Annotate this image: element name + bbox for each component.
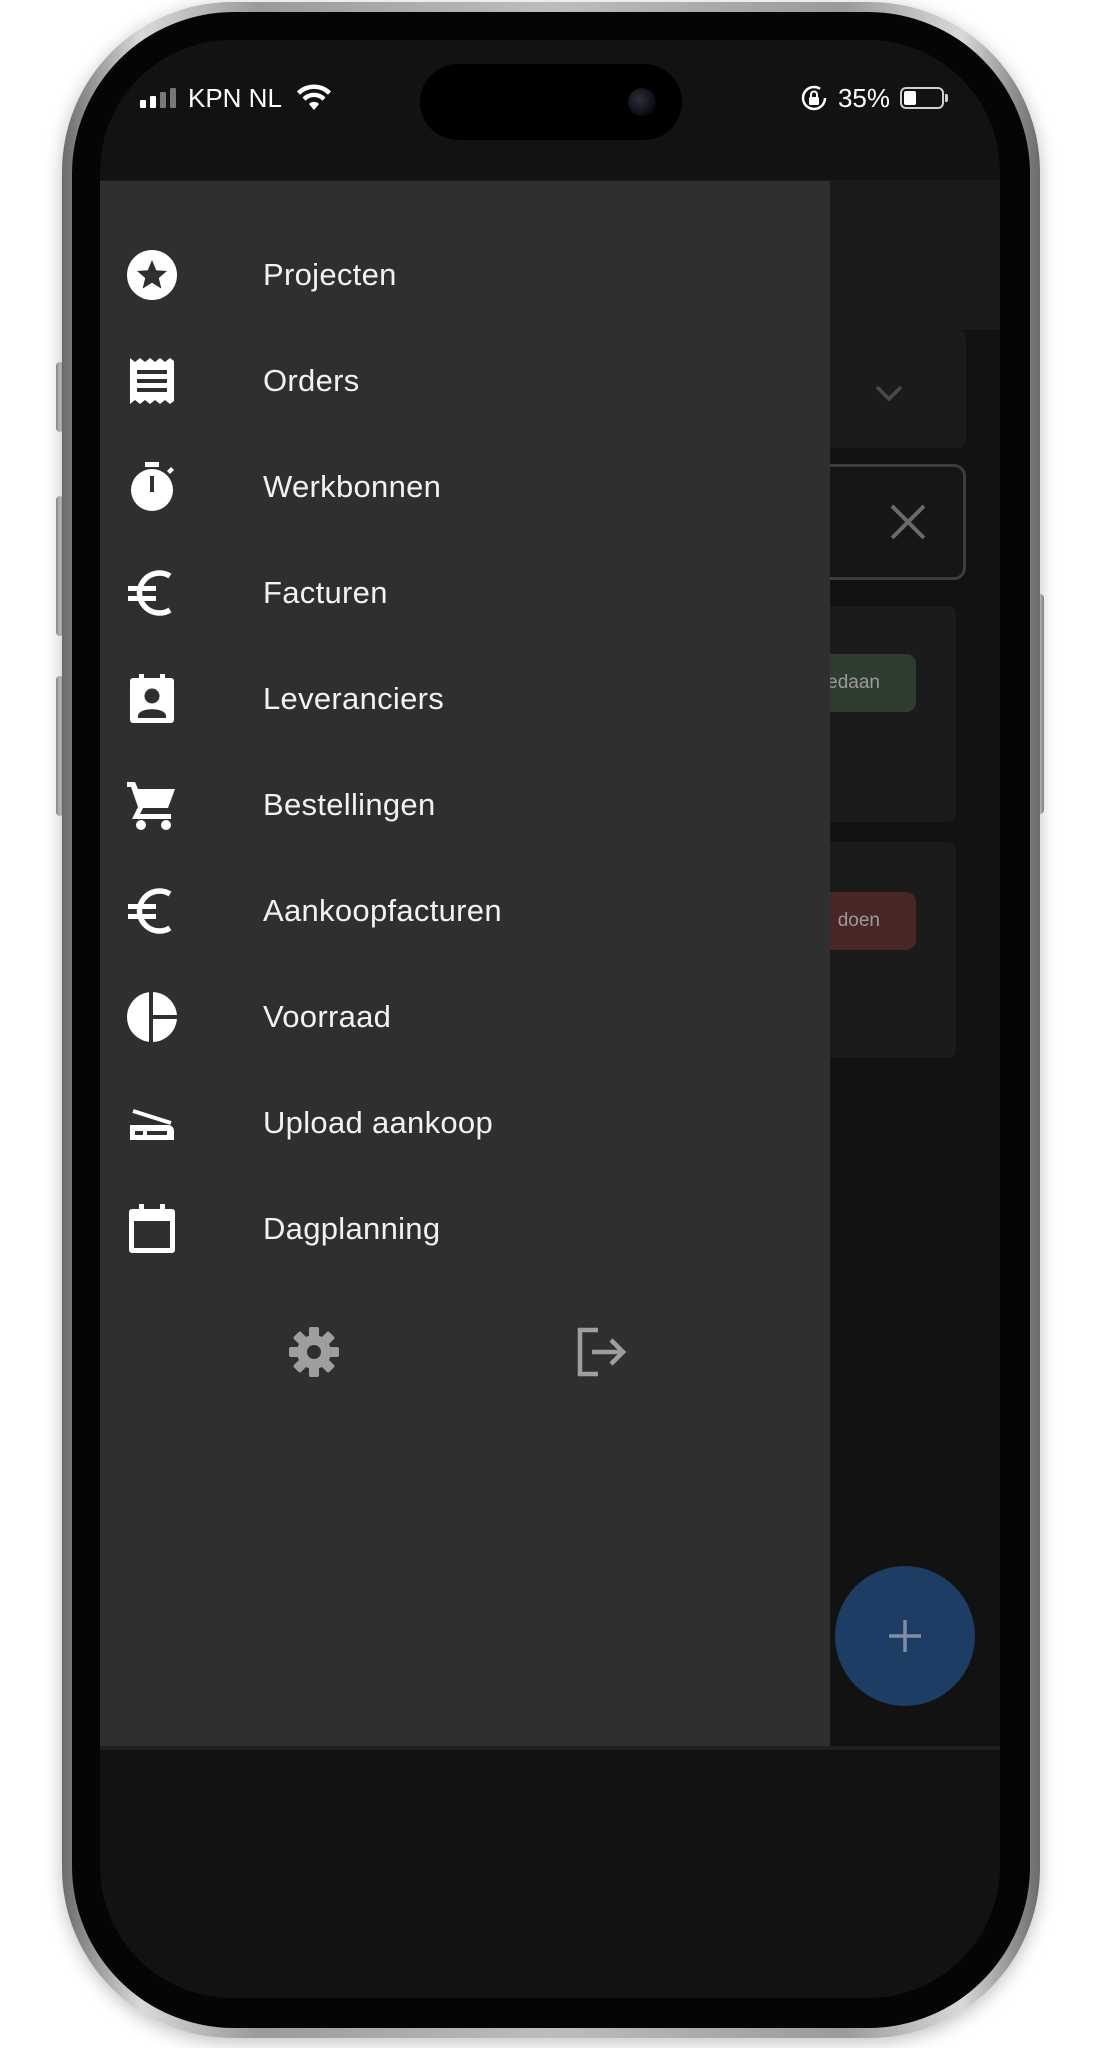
menu-item-werkbonnen[interactable]: Werkbonnen (100, 427, 830, 547)
menu-item-label: Werkbonnen (263, 469, 442, 504)
wifi-icon (296, 84, 331, 110)
calendar-icon (126, 1203, 178, 1255)
menu-item-projecten[interactable]: Projecten (100, 215, 830, 335)
receipt-icon (126, 355, 178, 407)
status-bar-left: KPN NL (140, 80, 332, 116)
menu-item-aankoopfacturen[interactable]: Aankoopfacturen (100, 851, 830, 971)
battery-icon (900, 87, 948, 109)
battery-percent: 35% (837, 82, 890, 113)
navigation-drawer: Projecten Orders Werkbonnen Facturen Lev… (100, 181, 830, 1746)
gear-icon (289, 1327, 339, 1377)
menu-item-label: Aankoopfacturen (263, 893, 502, 928)
screenshot-stage: KPN NL 35% edaan doen Projecten Orders W… (0, 0, 1095, 2048)
menu-item-label: Orders (263, 363, 360, 398)
menu-item-upload-aankoop[interactable]: Upload aankoop (100, 1063, 830, 1183)
phone-screen: KPN NL 35% edaan doen Projecten Orders W… (100, 40, 1000, 1998)
front-camera (628, 88, 656, 116)
stopwatch-icon (126, 461, 178, 513)
menu-item-label: Voorraad (263, 999, 392, 1034)
shopping-cart-icon (126, 779, 178, 831)
menu-item-facturen[interactable]: Facturen (100, 533, 830, 653)
background-bottom-bar (100, 1746, 1000, 1750)
menu-item-label: Bestellingen (263, 787, 436, 822)
chevron-down-icon (875, 385, 903, 402)
rotation-lock-icon (801, 85, 827, 111)
menu-item-label: Leveranciers (263, 681, 445, 716)
menu-item-label: Dagplanning (263, 1211, 441, 1246)
euro-icon (126, 885, 178, 937)
plus-icon (889, 1620, 921, 1652)
menu-item-label: Upload aankoop (263, 1105, 493, 1140)
scanner-icon (126, 1097, 178, 1149)
star-circle-icon (126, 249, 178, 301)
menu-item-orders[interactable]: Orders (100, 321, 830, 441)
menu-item-leveranciers[interactable]: Leveranciers (100, 639, 830, 759)
menu-item-voorraad[interactable]: Voorraad (100, 957, 830, 1077)
contact-card-icon (126, 673, 178, 725)
status-bar-right: 35% (800, 80, 948, 116)
close-icon (890, 504, 926, 540)
dynamic-island (420, 64, 682, 140)
settings-button[interactable] (282, 1320, 346, 1384)
add-fab-button (835, 1566, 975, 1706)
pie-chart-icon (126, 991, 178, 1043)
logout-button[interactable] (569, 1320, 633, 1384)
menu-item-bestellingen[interactable]: Bestellingen (100, 745, 830, 865)
carrier-name: KPN NL (188, 82, 282, 113)
logout-icon (577, 1327, 627, 1377)
euro-icon (126, 567, 178, 619)
signal-icon (140, 88, 176, 108)
menu-item-label: Facturen (263, 575, 388, 610)
menu-item-dagplanning[interactable]: Dagplanning (100, 1169, 830, 1289)
menu-item-label: Projecten (263, 257, 397, 292)
